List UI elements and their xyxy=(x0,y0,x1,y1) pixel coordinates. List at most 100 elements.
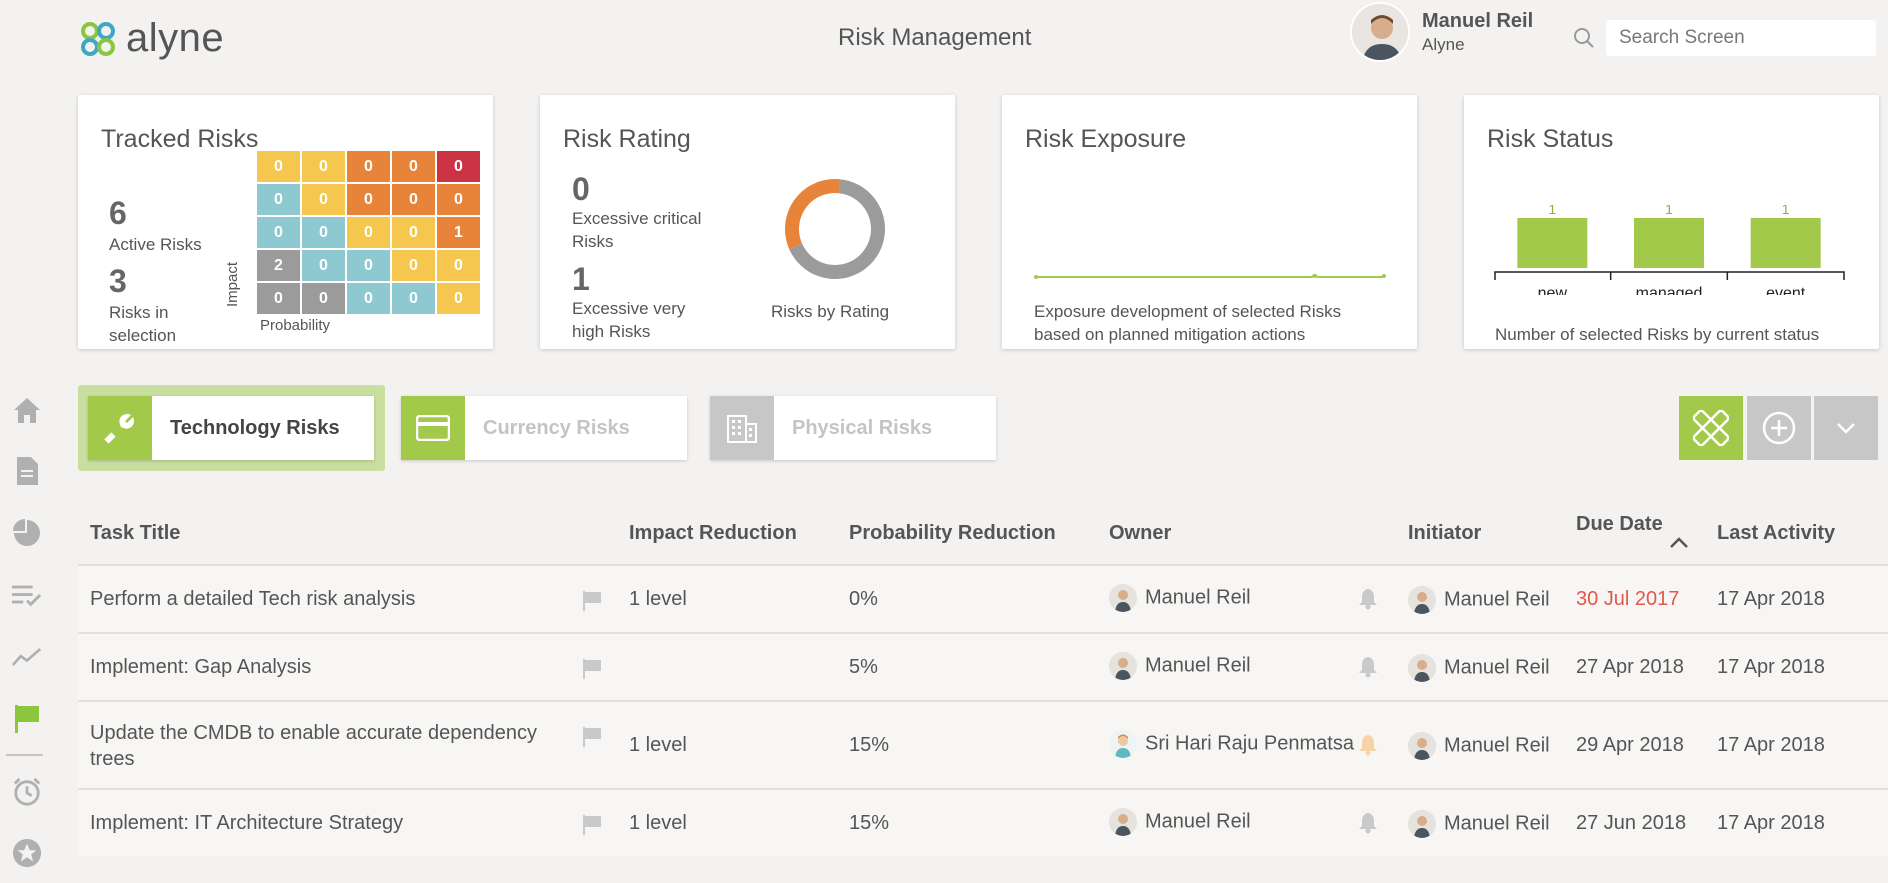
task-title[interactable]: Implement: Gap Analysis xyxy=(90,656,311,679)
add-button[interactable] xyxy=(1747,396,1811,460)
risk-exposure-card[interactable]: Risk Exposure Exposure development of se… xyxy=(1002,95,1417,349)
matrix-cell[interactable]: 0 xyxy=(436,249,481,282)
avatar xyxy=(1109,652,1137,680)
bell-icon[interactable] xyxy=(1358,656,1378,678)
table-row[interactable]: Implement: Gap Analysis 5% Manuel Reil M… xyxy=(78,634,1888,702)
document-icon[interactable] xyxy=(12,456,42,486)
star-icon[interactable] xyxy=(12,838,42,868)
bar-value-label: 1 xyxy=(1665,205,1673,217)
bandage-button[interactable] xyxy=(1679,396,1743,460)
matrix-cell[interactable]: 0 xyxy=(391,216,436,249)
matrix-cell[interactable]: 0 xyxy=(301,282,346,315)
user-profile[interactable]: Manuel Reil Alyne xyxy=(1350,2,1533,62)
column-header-last-activity[interactable]: Last Activity xyxy=(1717,522,1835,545)
matrix-cell[interactable]: 0 xyxy=(391,282,436,315)
task-title[interactable]: Update the CMDB to enable accurate depen… xyxy=(90,722,537,745)
matrix-cell[interactable]: 0 xyxy=(301,150,346,183)
donut-slice[interactable] xyxy=(785,179,841,250)
matrix-cell[interactable]: 0 xyxy=(256,150,301,183)
bell-icon-active[interactable] xyxy=(1358,734,1378,756)
initiator[interactable]: Manuel Reil xyxy=(1408,810,1550,838)
matrix-cell[interactable]: 0 xyxy=(346,282,391,315)
matrix-cell[interactable]: 0 xyxy=(391,150,436,183)
flag-icon[interactable] xyxy=(582,726,602,748)
owner[interactable]: Manuel Reil xyxy=(1109,808,1251,836)
selection-label: selection xyxy=(109,326,177,345)
risk-status-card[interactable]: Risk Status 1 new 1 managed 1 event Number of… xyxy=(1464,95,1879,349)
column-header-probability[interactable]: Probability Reduction xyxy=(849,522,1056,545)
matrix-cell[interactable]: 0 xyxy=(346,249,391,282)
search-icon[interactable] xyxy=(1572,26,1596,55)
critical-label: Excessive critical xyxy=(572,209,702,228)
matrix-cell[interactable]: 0 xyxy=(436,282,481,315)
matrix-cell[interactable]: 2 xyxy=(256,249,301,282)
matrix-cell[interactable]: 0 xyxy=(256,282,301,315)
column-header-due-date[interactable]: Due Date xyxy=(1576,513,1663,536)
status-bar[interactable] xyxy=(1634,218,1704,268)
matrix-cell[interactable]: 0 xyxy=(391,183,436,216)
risk-rating-card[interactable]: Risk Rating 0 Excessive critical Risks 1… xyxy=(540,95,955,349)
matrix-cell[interactable]: 0 xyxy=(301,216,346,249)
impact-reduction: 1 level xyxy=(629,734,687,756)
pie-chart-icon[interactable] xyxy=(12,518,42,548)
flag-icon[interactable] xyxy=(582,658,602,680)
risk-status-bar-chart[interactable]: 1 new 1 managed 1 event xyxy=(1494,205,1854,295)
tracked-risks-card[interactable]: Tracked Risks 6 Active Risks 3 Risks in … xyxy=(78,95,493,349)
matrix-cell[interactable]: 0 xyxy=(391,249,436,282)
tab-technology-risks[interactable]: Technology Risks xyxy=(88,396,374,460)
matrix-cell[interactable]: 0 xyxy=(346,216,391,249)
due-date: 27 Jun 2018 xyxy=(1576,812,1687,834)
bell-icon[interactable] xyxy=(1358,588,1378,610)
matrix-cell[interactable]: 0 xyxy=(346,183,391,216)
last-activity: 17 Apr 2018 xyxy=(1717,812,1825,834)
initiator[interactable]: Manuel Reil xyxy=(1408,586,1550,614)
risk-rating-donut-chart[interactable] xyxy=(783,177,887,281)
matrix-cell[interactable]: 0 xyxy=(436,183,481,216)
logo-icon xyxy=(81,21,115,56)
owner[interactable]: Sri Hari Raju Penmatsa xyxy=(1109,730,1354,758)
column-header-initiator[interactable]: Initiator xyxy=(1408,522,1481,545)
matrix-cell[interactable]: 0 xyxy=(256,216,301,249)
initiator[interactable]: Manuel Reil xyxy=(1408,654,1550,682)
matrix-cell[interactable]: 0 xyxy=(256,183,301,216)
table-row[interactable]: Implement: IT Architecture Strategy 1 le… xyxy=(78,790,1888,856)
status-bar[interactable] xyxy=(1750,218,1821,268)
dropdown-button[interactable] xyxy=(1814,396,1878,460)
home-icon[interactable] xyxy=(12,395,42,425)
matrix-cell[interactable]: 0 xyxy=(346,150,391,183)
matrix-cell[interactable]: 0 xyxy=(436,150,481,183)
search-input[interactable] xyxy=(1606,20,1876,56)
flag-icon[interactable] xyxy=(582,814,602,836)
task-title[interactable]: Perform a detailed Tech risk analysis xyxy=(90,588,415,611)
column-header-owner[interactable]: Owner xyxy=(1109,522,1171,545)
trend-line-icon[interactable] xyxy=(12,642,42,672)
flag-icon[interactable] xyxy=(12,704,42,734)
owner[interactable]: Manuel Reil xyxy=(1109,652,1251,680)
alarm-clock-icon[interactable] xyxy=(12,777,42,807)
owner[interactable]: Manuel Reil xyxy=(1109,584,1251,612)
tab-physical-risks[interactable]: Physical Risks xyxy=(710,396,996,460)
avatar[interactable] xyxy=(1350,2,1410,62)
exposure-line-chart[interactable] xyxy=(1032,265,1392,285)
risk-heatmap-matrix[interactable]: 0000000000000012000000000 xyxy=(256,150,481,315)
bell-icon[interactable] xyxy=(1358,812,1378,834)
alyne-logo[interactable]: alyne xyxy=(76,16,224,61)
column-header-title[interactable]: Task Title xyxy=(90,522,180,545)
table-row[interactable]: Perform a detailed Tech risk analysis 1 … xyxy=(78,566,1888,634)
table-row[interactable]: Update the CMDB to enable accurate depen… xyxy=(78,702,1888,790)
task-title[interactable]: Implement: IT Architecture Strategy xyxy=(90,812,403,835)
card-title: Risk Rating xyxy=(563,125,691,153)
task-title[interactable]: trees xyxy=(90,748,134,771)
matrix-cell[interactable]: 1 xyxy=(436,216,481,249)
tab-label: Technology Risks xyxy=(170,416,340,439)
tab-currency-risks[interactable]: Currency Risks xyxy=(401,396,687,460)
flag-icon[interactable] xyxy=(582,590,602,612)
matrix-cell[interactable]: 0 xyxy=(301,183,346,216)
initiator-name: Manuel Reil xyxy=(1444,812,1550,835)
checklist-icon[interactable] xyxy=(12,580,42,610)
status-bar[interactable] xyxy=(1517,218,1588,268)
initiator[interactable]: Manuel Reil xyxy=(1408,732,1550,760)
matrix-cell[interactable]: 0 xyxy=(301,249,346,282)
column-header-impact[interactable]: Impact Reduction xyxy=(629,522,797,545)
sort-ascending-icon[interactable] xyxy=(1668,536,1690,550)
